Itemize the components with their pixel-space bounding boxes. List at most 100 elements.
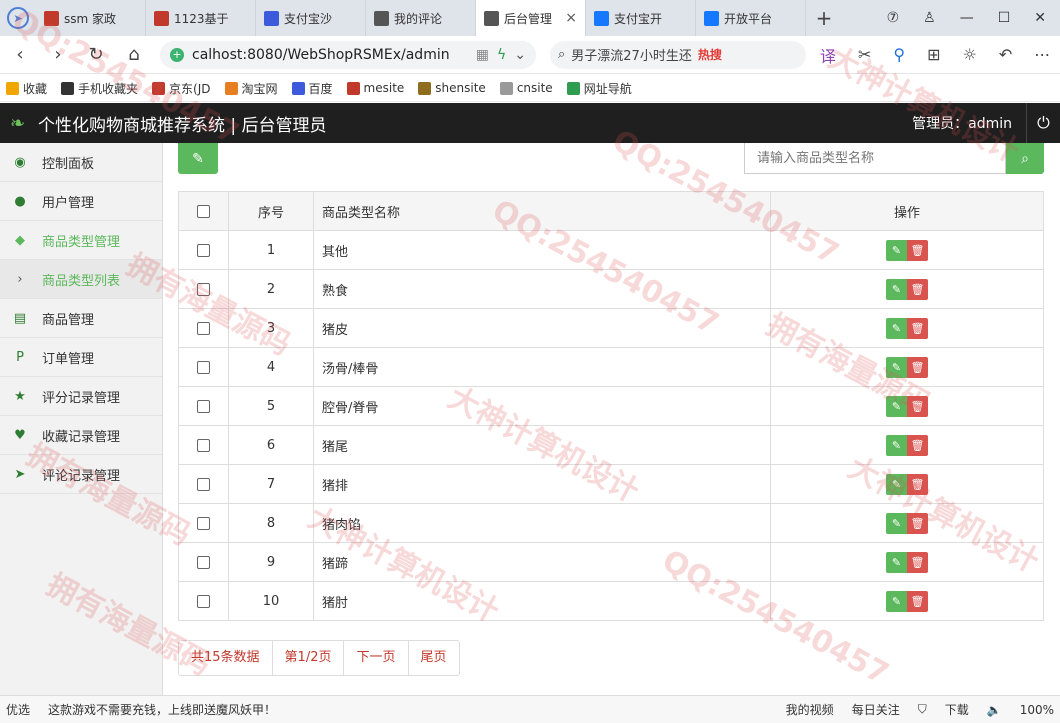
lightning-icon[interactable]: ϟ <box>497 47 506 63</box>
row-checkbox[interactable] <box>197 477 210 491</box>
edit-button[interactable]: ✎ <box>886 356 907 378</box>
status-zoom[interactable]: 100% <box>1020 703 1054 717</box>
compass-icon: ➤ <box>7 7 29 29</box>
back-button[interactable]: ‹ <box>8 44 32 65</box>
undo-icon[interactable]: ↶ <box>999 45 1012 64</box>
row-actions: ✎ 🗑 <box>886 590 928 612</box>
status-video[interactable]: 我的视频 <box>786 701 834 718</box>
delete-button[interactable]: 🗑 <box>907 239 928 261</box>
browser-tab[interactable]: 支付宝开 <box>586 0 696 36</box>
bookmark-item[interactable]: 网址导航 <box>566 80 632 97</box>
home-button[interactable]: ⌂ <box>122 44 146 65</box>
pager-last[interactable]: 尾页 <box>409 641 459 675</box>
select-all-checkbox[interactable] <box>197 204 210 218</box>
edit-button[interactable]: ✎ <box>886 395 907 417</box>
sidebar-item[interactable]: ➤ 评论记录管理 <box>0 455 162 494</box>
sidebar-item[interactable]: ▤ 商品管理 <box>0 299 162 338</box>
minimize-button[interactable]: — <box>960 10 974 26</box>
reload-button[interactable]: ↻ <box>84 44 108 65</box>
browser-tab[interactable]: 支付宝沙 <box>256 0 366 36</box>
edit-button[interactable]: ✎ <box>886 239 907 261</box>
url-field[interactable]: + calhost:8080/WebShopRSMEx/admin ▦ ϟ ⌄ <box>160 40 536 69</box>
bookmark-item[interactable]: 收藏 <box>6 80 47 97</box>
status-pick[interactable]: 优选 <box>6 701 30 718</box>
new-tab-button[interactable]: + <box>806 0 842 36</box>
row-checkbox[interactable] <box>197 438 210 452</box>
grid-icon[interactable]: ⊞ <box>927 45 940 64</box>
sidebar-item[interactable]: ◉ 控制面板 <box>0 143 162 182</box>
qr-icon[interactable]: ▦ <box>476 47 489 63</box>
browser-tab[interactable]: 我的评论 <box>366 0 476 36</box>
row-checkbox[interactable] <box>197 360 210 374</box>
delete-button[interactable]: 🗑 <box>907 590 928 612</box>
chevron-down-icon[interactable]: ⌄ <box>514 47 526 63</box>
browser-tab[interactable]: 开放平台 <box>696 0 806 36</box>
pager-next[interactable]: 下一页 <box>344 641 409 675</box>
power-icon[interactable]: ⏻ <box>1026 103 1060 143</box>
zoom-icon[interactable]: ⚲ <box>893 45 905 64</box>
bookmark-item[interactable]: 百度 <box>291 80 333 97</box>
edit-button[interactable]: ✎ <box>886 590 907 612</box>
delete-button[interactable]: 🗑 <box>907 473 928 495</box>
bookmark-item[interactable]: shensite <box>418 81 486 95</box>
sidebar-item[interactable]: P 订单管理 <box>0 338 162 377</box>
forward-button[interactable]: › <box>46 44 70 65</box>
edit-button[interactable]: ✎ <box>886 551 907 573</box>
delete-button[interactable]: 🗑 <box>907 356 928 378</box>
close-tab-icon[interactable]: × <box>565 10 577 26</box>
maximize-button[interactable]: ☐ <box>998 10 1011 26</box>
more-icon[interactable]: ⋯ <box>1034 45 1050 64</box>
delete-button[interactable]: 🗑 <box>907 434 928 456</box>
row-checkbox[interactable] <box>197 594 210 608</box>
status-download[interactable]: 下载 <box>945 701 969 718</box>
shield-icon[interactable]: ⛉ <box>918 702 927 717</box>
bookmark-item[interactable]: cnsite <box>499 81 553 95</box>
sidebar-item[interactable]: ★ 评分记录管理 <box>0 377 162 416</box>
browser-search-field[interactable]: ⌕ 男子漂流27小时生还 热搜 <box>550 40 806 69</box>
bookmark-item[interactable]: 淘宝网 <box>224 80 278 97</box>
edit-button[interactable]: ✎ <box>886 512 907 534</box>
bookmark-item[interactable]: mesite <box>346 81 404 95</box>
browser-tab[interactable]: ssm 家政 <box>36 0 146 36</box>
sidebar-item[interactable]: › 商品类型列表 <box>0 260 162 299</box>
edit-button[interactable]: ✎ <box>886 473 907 495</box>
translate-icon[interactable]: 译 <box>820 43 836 67</box>
add-type-button[interactable]: ✎ <box>178 143 218 174</box>
admin-label[interactable]: 管理员：admin <box>898 113 1026 133</box>
sidebar-item[interactable]: ♥ 收藏记录管理 <box>0 416 162 455</box>
delete-button[interactable]: 🗑 <box>907 512 928 534</box>
delete-button[interactable]: 🗑 <box>907 395 928 417</box>
row-checkbox[interactable] <box>197 555 210 569</box>
row-checkbox[interactable] <box>197 282 210 296</box>
search-button[interactable]: ⌕ <box>1006 143 1044 174</box>
shirt-icon[interactable]: ♙ <box>923 10 936 26</box>
row-checkbox[interactable] <box>197 399 210 413</box>
row-checkbox[interactable] <box>197 516 210 530</box>
delete-button[interactable]: 🗑 <box>907 317 928 339</box>
row-checkbox[interactable] <box>197 321 210 335</box>
status-ad[interactable]: 这款游戏不需要充钱，上线即送魔风妖甲！ <box>48 701 276 718</box>
edit-button[interactable]: ✎ <box>886 317 907 339</box>
browser-tab[interactable]: 后台管理 × <box>476 0 586 36</box>
row-checkbox[interactable] <box>197 243 210 257</box>
type-table: 序号 商品类型名称 操作 1 其他 ✎ 🗑 2 熟食 ✎ 🗑 3 猪皮 ✎ 🗑 4 汤骨/棒骨 ✎ 🗑 5 腔骨/… <box>178 191 1044 621</box>
bookmark-item[interactable]: 京东(JD <box>152 80 211 97</box>
status-daily[interactable]: 每日关注 <box>852 701 900 718</box>
tab-count-icon[interactable]: ⑦ <box>887 10 900 26</box>
browser-logo[interactable]: ➤ <box>0 0 36 36</box>
browser-tab[interactable]: 1123基于 <box>146 0 256 36</box>
table-row: 2 熟食 ✎ 🗑 <box>178 269 1044 309</box>
type-search-input[interactable] <box>744 143 1006 174</box>
sound-icon[interactable]: 🔈 <box>987 703 1002 717</box>
sidebar-item[interactable]: ● 用户管理 <box>0 182 162 221</box>
close-window-button[interactable]: ✕ <box>1034 10 1046 26</box>
bookmark-item[interactable]: 手机收藏夹 <box>61 80 138 97</box>
edit-button[interactable]: ✎ <box>886 278 907 300</box>
brightness-icon[interactable]: ☼ <box>963 45 977 64</box>
delete-button[interactable]: 🗑 <box>907 278 928 300</box>
edit-button[interactable]: ✎ <box>886 434 907 456</box>
delete-button[interactable]: 🗑 <box>907 551 928 573</box>
scissors-icon[interactable]: ✂ <box>858 45 871 64</box>
sidebar-item[interactable]: ◆ 商品类型管理 <box>0 221 162 260</box>
bookmark-label: shensite <box>435 81 486 95</box>
